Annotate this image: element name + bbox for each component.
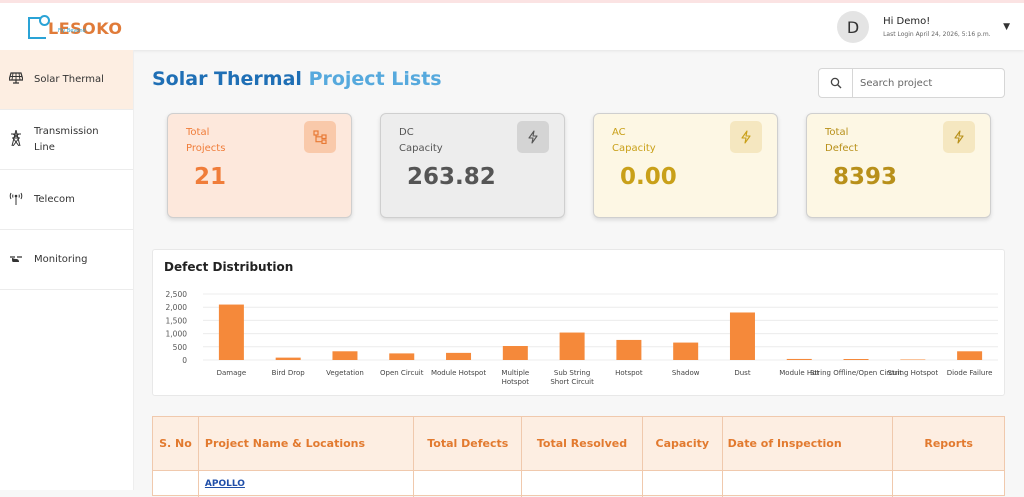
y-tick-label: 2,000 bbox=[166, 303, 188, 312]
dc-capacity-card[interactable]: DC Capacity 263.82 bbox=[380, 113, 565, 218]
card-value: 0.00 bbox=[620, 164, 677, 190]
chart-bar bbox=[502, 346, 528, 360]
x-tick-label: Multiple bbox=[501, 369, 529, 377]
x-tick-label: Hotspot bbox=[502, 378, 530, 386]
card-value: 8393 bbox=[833, 164, 898, 190]
sidebar-item-label: Transmission Line bbox=[34, 125, 99, 153]
sidebar-item-label: Monitoring bbox=[34, 253, 88, 265]
search-button[interactable] bbox=[819, 69, 853, 97]
column-header-total-defects[interactable]: Total Defects bbox=[414, 417, 523, 470]
search-box bbox=[818, 68, 1005, 98]
lightning-icon bbox=[943, 121, 975, 153]
sidebar-item-monitoring[interactable]: Monitoring bbox=[0, 230, 133, 290]
last-login-text: Last Login April 24, 2026, 5:16 p.m. bbox=[883, 31, 991, 38]
search-input[interactable] bbox=[853, 69, 1004, 97]
total-projects-card[interactable]: Total Projects 21 bbox=[167, 113, 352, 218]
y-tick-label: 500 bbox=[173, 343, 188, 352]
project-tree-icon bbox=[304, 121, 336, 153]
column-header-capacity[interactable]: Capacity bbox=[643, 417, 723, 470]
page-title-secondary: Project Lists bbox=[308, 68, 442, 90]
search-icon bbox=[830, 77, 841, 89]
card-value: 263.82 bbox=[407, 164, 496, 190]
cell-reports bbox=[893, 471, 1004, 497]
chart-bar bbox=[446, 352, 472, 360]
table-header: S. No Project Name & Locations Total Def… bbox=[153, 417, 1004, 471]
x-tick-label: Bird Drop bbox=[272, 369, 306, 377]
card-value: 21 bbox=[194, 164, 227, 190]
chart-bar bbox=[957, 351, 983, 360]
y-tick-label: 1,500 bbox=[166, 316, 188, 325]
card-label: Total Defect bbox=[825, 127, 858, 154]
projects-table: S. No Project Name & Locations Total Def… bbox=[152, 416, 1005, 497]
main-content: Solar Thermal Project Lists Total Projec… bbox=[134, 50, 1024, 497]
sidebar-item-telecom[interactable]: Telecom bbox=[0, 170, 133, 230]
x-tick-label: String Hotspot bbox=[888, 369, 939, 377]
logo-mark bbox=[28, 15, 50, 39]
chart-bar bbox=[389, 353, 415, 360]
defect-distribution-panel: Defect Distribution 2,500 2,000 1,500 1,000… bbox=[152, 249, 1005, 396]
sidebar: Solar Thermal Transmission Line Telecom … bbox=[0, 50, 134, 490]
page-title-primary: Solar Thermal bbox=[152, 68, 302, 90]
x-tick-label: Hotspot bbox=[615, 369, 643, 377]
user-greeting: Hi Demo! bbox=[883, 16, 931, 27]
cell-date-of-inspection bbox=[723, 471, 894, 497]
page-title: Solar Thermal Project Lists bbox=[152, 68, 442, 90]
x-tick-label: Diode Failure bbox=[947, 369, 993, 377]
column-header-reports[interactable]: Reports bbox=[893, 417, 1004, 470]
chart-bar bbox=[218, 304, 244, 360]
cell-sno bbox=[153, 471, 199, 497]
chart-bar bbox=[559, 332, 585, 360]
chart-bar bbox=[275, 357, 301, 360]
column-header-total-resolved[interactable]: Total Resolved bbox=[522, 417, 643, 470]
lightning-icon bbox=[517, 121, 549, 153]
drone-icon bbox=[8, 253, 24, 267]
chart-bar bbox=[729, 312, 755, 360]
table-row: APOLLO bbox=[153, 471, 1004, 497]
column-header-date-of-inspection[interactable]: Date of Inspection bbox=[723, 417, 894, 470]
chevron-down-icon[interactable]: ▼ bbox=[1003, 22, 1010, 32]
cell-total-resolved bbox=[522, 471, 643, 497]
ac-capacity-card[interactable]: AC Capacity 0.00 bbox=[593, 113, 778, 218]
solar-panel-icon bbox=[8, 72, 24, 87]
card-label: AC Capacity bbox=[612, 127, 656, 154]
cell-project-name: APOLLO bbox=[199, 471, 415, 497]
x-tick-label: Short Circuit bbox=[550, 378, 594, 386]
chart-bar bbox=[900, 359, 926, 360]
top-bar: LESOKO Fly Beyond D Hi Demo! Last Login … bbox=[0, 0, 1024, 50]
lightning-icon bbox=[730, 121, 762, 153]
card-label: DC Capacity bbox=[399, 127, 443, 154]
project-link[interactable]: APOLLO bbox=[205, 479, 245, 489]
brand-tagline: Fly Beyond bbox=[58, 28, 86, 34]
y-tick-label: 2,500 bbox=[166, 290, 188, 299]
y-tick-label: 1,000 bbox=[166, 330, 188, 339]
chart-bar bbox=[786, 358, 812, 360]
sidebar-item-label: Solar Thermal bbox=[34, 73, 104, 85]
defect-distribution-chart: 2,500 2,000 1,500 1,000 500 0 Damage Bird Drop V… bbox=[166, 290, 998, 386]
telecom-antenna-icon bbox=[8, 191, 24, 208]
sidebar-item-solar-thermal[interactable]: Solar Thermal bbox=[0, 50, 133, 110]
cell-total-defects bbox=[414, 471, 523, 497]
cell-capacity bbox=[643, 471, 723, 497]
x-tick-label: Dust bbox=[734, 369, 750, 377]
total-defect-card[interactable]: Total Defect 8393 bbox=[806, 113, 991, 218]
x-tick-label: Vegetation bbox=[326, 369, 364, 377]
chart-bar bbox=[843, 359, 869, 360]
x-tick-label: Damage bbox=[217, 369, 247, 377]
transmission-tower-icon bbox=[8, 129, 24, 149]
x-tick-label: Sub String bbox=[554, 369, 590, 377]
avatar[interactable]: D bbox=[837, 11, 870, 43]
sidebar-item-transmission-line[interactable]: Transmission Line bbox=[0, 110, 133, 170]
sidebar-item-label: Telecom bbox=[34, 193, 75, 205]
column-header-sno[interactable]: S. No bbox=[153, 417, 199, 470]
chart-bar bbox=[332, 351, 358, 360]
x-tick-label: Shadow bbox=[672, 369, 700, 377]
user-menu[interactable]: D Hi Demo! Last Login April 24, 2026, 5:… bbox=[837, 11, 1010, 43]
chart-bar bbox=[673, 342, 699, 360]
y-tick-label: 0 bbox=[182, 356, 187, 365]
card-label: Total Projects bbox=[186, 127, 226, 154]
x-tick-label: Module Hotspot bbox=[431, 369, 486, 377]
chart-bar bbox=[616, 339, 642, 360]
column-header-project-name[interactable]: Project Name & Locations bbox=[199, 417, 415, 470]
x-tick-label: Open Circuit bbox=[380, 369, 424, 377]
